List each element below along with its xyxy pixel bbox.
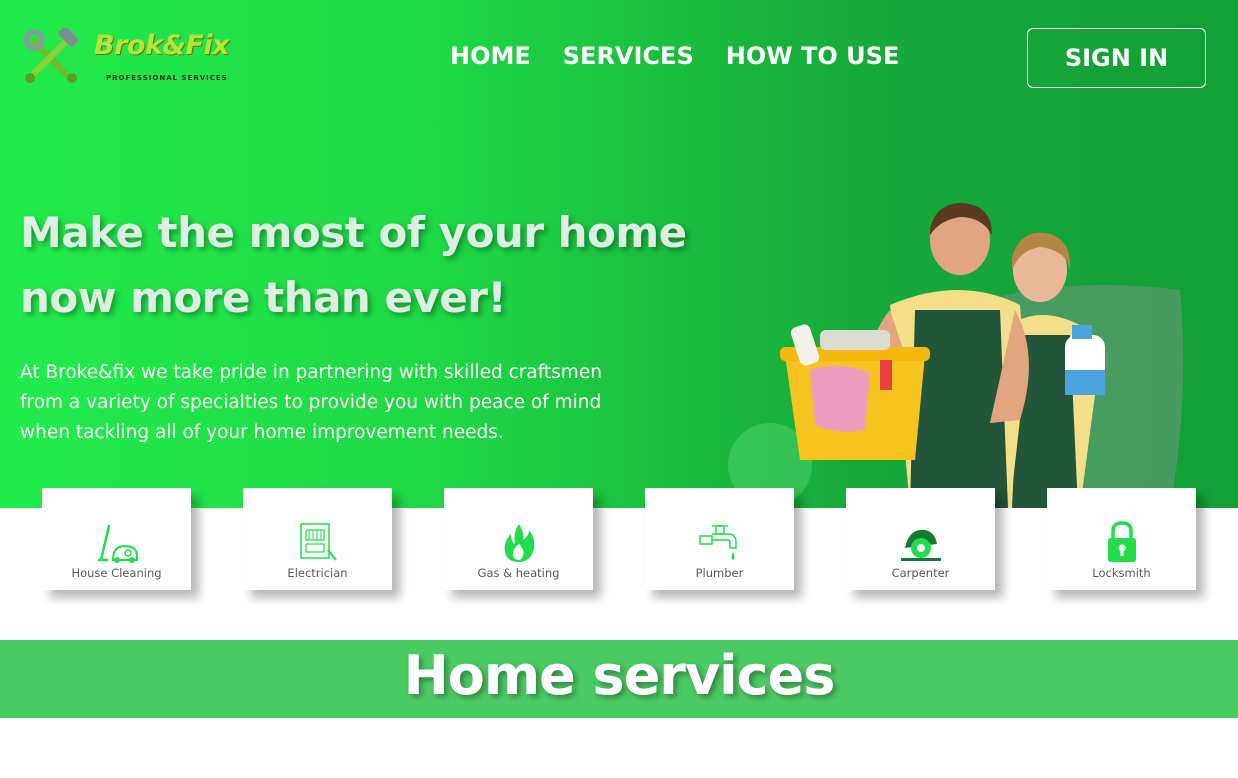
service-label: Gas & heating <box>477 566 560 580</box>
hero-intro-line1: At Broke&fix we take pride in partnering… <box>20 362 602 383</box>
main-nav: HOME SERVICES HOW TO USE <box>450 42 899 70</box>
brand-tagline: PROFESSIONAL SERVICES <box>106 74 228 82</box>
service-label: Locksmith <box>1092 566 1151 580</box>
nav-how-to-use[interactable]: HOW TO USE <box>726 42 900 70</box>
hero-headline-line2: now more than ever! <box>20 273 507 322</box>
flame-icon <box>504 524 534 562</box>
hero-headline-line1: Make the most of your home <box>20 208 687 257</box>
hero-intro-line3: when tackling all of your home improveme… <box>20 422 504 443</box>
nav-services[interactable]: SERVICES <box>563 42 694 70</box>
sign-in-button[interactable]: SIGN IN <box>1027 28 1206 88</box>
service-label: Plumber <box>695 566 744 580</box>
cleaning-workers-image <box>728 203 1184 508</box>
service-card-electrician[interactable]: Electrician <box>243 488 392 590</box>
brand-name: Brok&Fix <box>94 30 230 61</box>
service-label: Electrician <box>287 566 348 580</box>
electrical-panel-icon <box>299 523 337 561</box>
service-card-carpenter[interactable]: Carpenter <box>846 488 995 590</box>
home-services-header: Home services <box>0 640 1238 718</box>
service-card-house-cleaning[interactable]: House Cleaning <box>42 488 191 590</box>
section-title: Home services <box>403 644 836 707</box>
brand-logo[interactable]: Brok&Fix PROFESSIONAL SERVICES <box>22 26 237 90</box>
nav-home[interactable]: HOME <box>450 42 531 70</box>
service-card-plumber[interactable]: Plumber <box>645 488 794 590</box>
padlock-icon <box>1107 521 1136 562</box>
faucet-icon <box>698 525 737 560</box>
hero-headline: Make the most of your home now more than… <box>20 200 700 330</box>
circular-saw-icon <box>900 529 941 561</box>
service-label: House Cleaning <box>71 566 162 580</box>
tools-icon <box>23 28 79 83</box>
hero-section: Brok&Fix PROFESSIONAL SERVICES HOME SERV… <box>0 0 1238 508</box>
hero-intro-line2: from a variety of specialties to provide… <box>20 392 602 413</box>
vacuum-cleaner-icon <box>97 524 138 563</box>
service-label: Carpenter <box>891 566 950 580</box>
service-card-locksmith[interactable]: Locksmith <box>1047 488 1196 590</box>
hero-intro: At Broke&fix we take pride in partnering… <box>20 358 680 448</box>
service-card-gas-heating[interactable]: Gas & heating <box>444 488 593 590</box>
